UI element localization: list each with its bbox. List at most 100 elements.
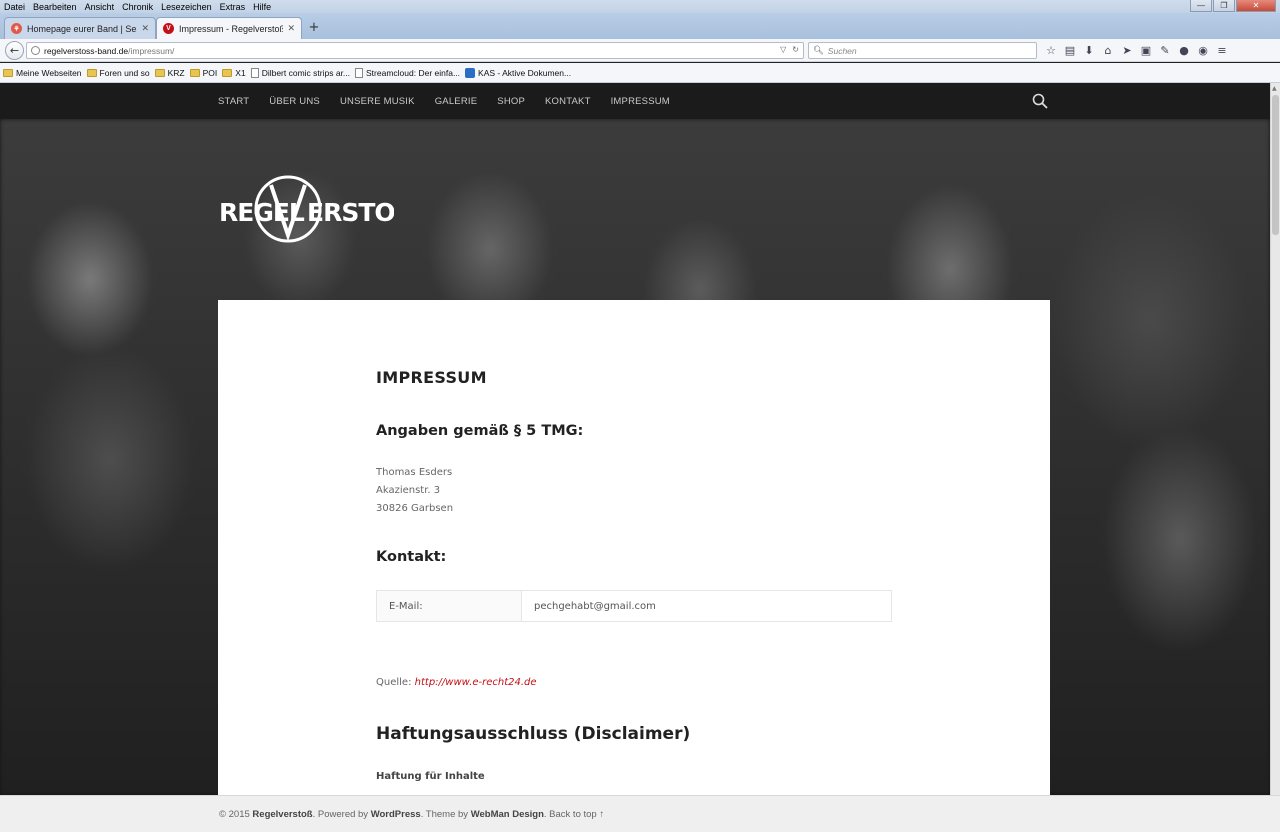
footer-webman-link[interactable]: WebMan Design: [471, 809, 544, 820]
menu-bearbeiten[interactable]: Bearbeiten: [29, 2, 81, 12]
bookmark-poi[interactable]: POI: [189, 68, 217, 78]
source-line: Quelle: http://www.e-recht24.de: [376, 677, 537, 688]
menubar: Datei Bearbeiten Ansicht Chronik Lesezei…: [0, 0, 1280, 13]
bookmark-krz[interactable]: KRZ: [154, 68, 185, 78]
tab-homepage[interactable]: ⚘ Homepage eurer Band | Sei... ✕: [4, 17, 156, 39]
search-icon: 🔍︎: [813, 45, 824, 55]
subheading-inhalte: Haftung für Inhalte: [376, 771, 485, 782]
nav-shop[interactable]: SHOP: [497, 96, 525, 107]
kas-icon: [465, 67, 476, 78]
nav-kontakt[interactable]: KONTAKT: [545, 96, 591, 107]
tab-close-icon[interactable]: ✕: [287, 23, 295, 34]
folder-icon: [86, 68, 97, 77]
dropdown-arrow-icon[interactable]: ▽: [780, 45, 786, 54]
home-icon[interactable]: ⌂: [1101, 42, 1115, 58]
footer-powered: . Powered by: [312, 808, 369, 820]
page-icon: [355, 67, 364, 78]
folder-icon: [222, 68, 233, 77]
footer-brand-link[interactable]: Regelverstoß: [252, 809, 312, 820]
content-card: IMPRESSUM Angaben gemäß § 5 TMG: Thomas …: [218, 300, 1050, 795]
site-footer: © 2015 Regelverstoß. Powered by WordPres…: [0, 795, 1280, 832]
web-page: START ÜBER UNS UNSERE MUSIK GALERIE SHOP…: [0, 83, 1270, 795]
folder-icon: [3, 68, 13, 77]
extension-icon[interactable]: ✎: [1158, 42, 1172, 58]
menu-chronik[interactable]: Chronik: [118, 2, 157, 12]
globe-icon: [31, 46, 40, 55]
screenshot-icon[interactable]: ▣: [1139, 42, 1153, 58]
navigation-toolbar: ← regelverstoss-band.de/impressum/ ▽ ↻ 🔍…: [0, 39, 1280, 62]
menu-ansicht[interactable]: Ansicht: [81, 2, 119, 12]
search-placeholder: Suchen: [827, 45, 857, 56]
tab-label: Homepage eurer Band | Sei...: [27, 23, 138, 34]
chat-icon[interactable]: ◉: [1196, 42, 1210, 58]
tab-label: Impressum - Regelverstoß: [179, 23, 284, 34]
send-icon[interactable]: ➤: [1120, 42, 1134, 58]
site-navigation: START ÜBER UNS UNSERE MUSIK GALERIE SHOP…: [0, 83, 1270, 119]
regelverstoss-logo[interactable]: REGEL ERSTOß: [219, 171, 394, 249]
menu-datei[interactable]: Datei: [0, 2, 29, 12]
url-path: /impressum/: [128, 45, 175, 56]
address-block: Thomas Esders Akazienstr. 3 30826 Garbse…: [376, 464, 453, 518]
close-window-icon[interactable]: ✕: [1236, 0, 1276, 12]
tab-bar: ⚘ Homepage eurer Band | Sei... ✕ V Impre…: [0, 13, 1280, 39]
reload-icon[interactable]: ↻: [792, 45, 799, 54]
tab-impressum[interactable]: V Impressum - Regelverstoß ✕: [156, 17, 302, 39]
site-favicon-icon: ⚘: [11, 23, 22, 34]
new-tab-icon[interactable]: +: [306, 19, 322, 35]
source-link[interactable]: http://www.e-recht24.de: [415, 677, 537, 688]
toolbar-icons: ☆ ▤ ⬇ ⌂ ➤ ▣ ✎ ● ◉ ≡: [1044, 42, 1229, 58]
page-title: IMPRESSUM: [376, 368, 487, 387]
bookmark-kas[interactable]: KAS - Aktive Dokumen...: [465, 67, 571, 78]
scrollbar-thumb[interactable]: [1272, 95, 1279, 235]
address-name: Thomas Esders: [376, 467, 453, 478]
folder-icon: [189, 68, 200, 77]
address-city: 30826 Garbsen: [376, 503, 454, 514]
url-bar[interactable]: regelverstoss-band.de/impressum/ ▽ ↻: [26, 42, 804, 59]
section-heading-kontakt: Kontakt:: [376, 549, 447, 565]
menu-lesezeichen[interactable]: Lesezeichen: [157, 2, 216, 12]
minimize-icon[interactable]: —: [1190, 0, 1212, 12]
search-icon[interactable]: [1032, 93, 1048, 109]
folder-icon: [154, 68, 165, 77]
nav-start[interactable]: START: [218, 96, 249, 107]
footer-back-to-top[interactable]: . Back to top ↑: [544, 809, 604, 820]
reading-list-icon[interactable]: ▤: [1063, 42, 1077, 58]
menu-extras[interactable]: Extras: [216, 2, 250, 12]
bookmark-x1[interactable]: X1: [222, 68, 246, 78]
download-icon[interactable]: ⬇: [1082, 42, 1096, 58]
footer-theme: . Theme by: [420, 808, 469, 820]
section-heading-angaben: Angaben gemäß § 5 TMG:: [376, 423, 584, 439]
page-scrollbar[interactable]: ▲: [1270, 83, 1280, 795]
bookmarks-bar: Meine Webseiten Foren und so KRZ POI X1 …: [0, 63, 1280, 83]
tab-close-icon[interactable]: ✕: [141, 23, 149, 34]
footer-wordpress-link[interactable]: WordPress: [371, 809, 421, 820]
search-input[interactable]: 🔍︎ Suchen: [808, 42, 1037, 59]
section-heading-haftung: Haftungsausschluss (Disclaimer): [376, 724, 691, 744]
back-arrow-icon[interactable]: ←: [5, 41, 24, 60]
hamburger-menu-icon[interactable]: ≡: [1215, 42, 1229, 58]
source-label: Quelle:: [376, 677, 412, 688]
contact-table: E-Mail: pechgehabt@gmail.com: [376, 590, 892, 622]
url-host: regelverstoss-band.de: [44, 45, 129, 56]
table-row: E-Mail: pechgehabt@gmail.com: [376, 590, 892, 622]
window-controls: — ❐ ✕: [1190, 0, 1276, 12]
maximize-icon[interactable]: ❐: [1213, 0, 1235, 12]
addon-badge-icon[interactable]: ●: [1177, 42, 1191, 58]
bookmark-star-icon[interactable]: ☆: [1044, 42, 1058, 58]
email-value: pechgehabt@gmail.com: [521, 590, 892, 622]
regelverstoss-favicon-icon: V: [163, 23, 174, 34]
scroll-up-arrow-icon[interactable]: ▲: [1272, 85, 1277, 92]
nav-ueber-uns[interactable]: ÜBER UNS: [269, 96, 320, 107]
footer-copyright: © 2015: [219, 808, 250, 820]
page-icon: [250, 67, 259, 78]
bookmark-streamcloud[interactable]: Streamcloud: Der einfa...: [355, 67, 460, 78]
address-street: Akazienstr. 3: [376, 485, 441, 496]
bookmark-dilbert[interactable]: Dilbert comic strips ar...: [250, 67, 350, 78]
nav-unsere-musik[interactable]: UNSERE MUSIK: [340, 96, 415, 107]
menu-hilfe[interactable]: Hilfe: [249, 2, 275, 12]
bookmark-meine-webseiten[interactable]: Meine Webseiten: [3, 68, 82, 78]
logo-text-right: ERSTOß: [307, 198, 394, 227]
bookmark-foren[interactable]: Foren und so: [86, 68, 150, 78]
nav-impressum[interactable]: IMPRESSUM: [611, 96, 670, 107]
nav-galerie[interactable]: GALERIE: [435, 96, 478, 107]
